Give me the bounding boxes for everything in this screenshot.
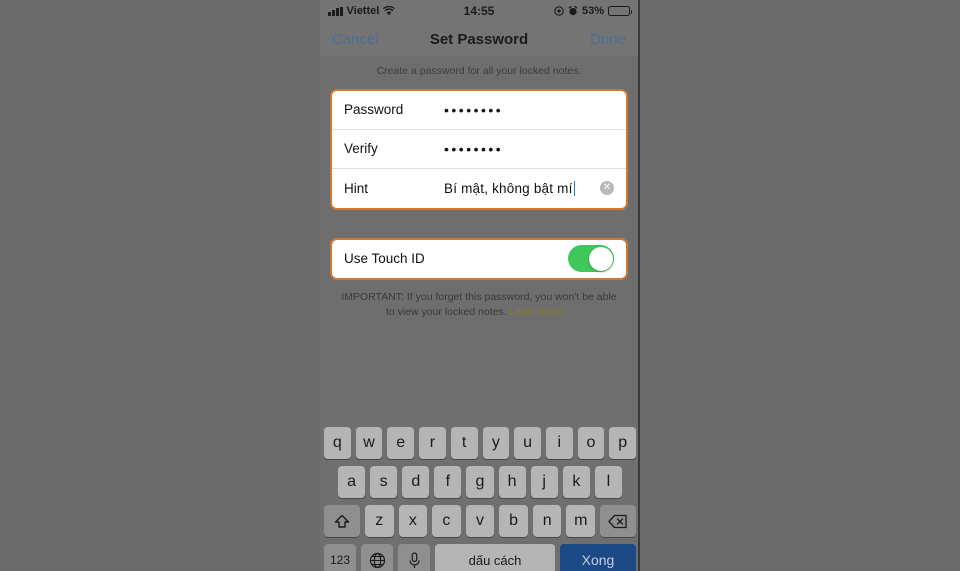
key-k[interactable]: k (562, 466, 590, 498)
key-r[interactable]: r (419, 427, 446, 459)
touch-id-row[interactable]: Use Touch ID (332, 239, 626, 278)
status-bar: Viettel 14:55 53% (320, 0, 638, 22)
status-bar-right: 53% (554, 5, 632, 17)
key-z[interactable]: z (364, 505, 394, 537)
key-q[interactable]: q (323, 427, 351, 459)
key-y[interactable]: y (482, 427, 510, 459)
keyboard-row-1: q w e r t y u i o p (322, 427, 638, 459)
backspace-icon[interactable] (600, 505, 637, 537)
keyboard-done-key[interactable]: Xong (560, 544, 636, 571)
key-e[interactable]: e (387, 427, 415, 459)
key-n[interactable]: n (532, 505, 562, 537)
key-i[interactable]: i (545, 427, 573, 459)
signal-bars-icon (328, 6, 343, 16)
hint-field-row[interactable]: Hint Bí mật, không bật mí ✕ (332, 168, 626, 208)
cancel-button[interactable]: Cancel (332, 31, 379, 48)
key-l[interactable]: l (594, 466, 622, 498)
microphone-icon[interactable] (398, 544, 430, 571)
onscreen-keyboard: q w e r t y u i o p a s d f g h j k l z … (320, 421, 638, 571)
verify-masked-value: •••••••• (444, 140, 504, 157)
key-f[interactable]: f (434, 466, 462, 498)
subtitle-text: Create a password for all your locked no… (376, 65, 582, 77)
password-field-row[interactable]: Password •••••••• (332, 90, 626, 130)
key-c[interactable]: c (432, 505, 461, 537)
key-m[interactable]: m (566, 505, 596, 537)
key-o[interactable]: o (577, 427, 605, 459)
password-masked-value: •••••••• (444, 101, 504, 118)
learn-more-link[interactable]: Learn more... (510, 306, 572, 318)
text-caret (573, 180, 576, 196)
status-bar-left: Viettel (328, 5, 396, 17)
done-button[interactable]: Done (590, 31, 626, 48)
location-icon (554, 6, 564, 16)
important-notice: IMPORTANT: If you forget this password, … (320, 280, 638, 320)
content-area: Create a password for all your locked no… (320, 56, 638, 421)
important-notice-text: IMPORTANT: If you forget this password, … (341, 290, 617, 318)
key-d[interactable]: d (402, 466, 430, 498)
shift-arrow-icon[interactable] (323, 505, 360, 537)
key-s[interactable]: s (370, 466, 398, 498)
battery-icon (608, 6, 632, 16)
key-b[interactable]: b (499, 505, 528, 537)
hint-input-value: Bí mật, không bật mí (444, 180, 573, 196)
key-v[interactable]: v (465, 505, 495, 537)
hint-input[interactable]: Bí mật, không bật mí ✕ (444, 180, 614, 196)
key-u[interactable]: u (514, 427, 541, 459)
touch-id-toggle[interactable] (568, 245, 614, 273)
keyboard-row-2: a s d f g h j k l (322, 466, 638, 498)
key-g[interactable]: g (466, 466, 494, 498)
space-key[interactable]: dấu cách (435, 544, 555, 571)
hint-field-label: Hint (344, 180, 369, 196)
numeric-mode-key[interactable]: 123 (324, 544, 356, 571)
wifi-icon (383, 6, 396, 16)
battery-percent-label: 53% (581, 5, 604, 17)
alarm-clock-icon (568, 6, 578, 16)
key-a[interactable]: a (338, 466, 366, 498)
clear-text-icon[interactable]: ✕ (600, 181, 614, 196)
keyboard-row-4: 123 dấu cách Xong (322, 544, 638, 571)
keyboard-row-3: z x c v b n m (322, 505, 638, 537)
phone-screen: Viettel 14:55 53% Cancel Set Password Do… (320, 0, 640, 571)
password-input[interactable]: •••••••• (444, 103, 614, 117)
key-t[interactable]: t (450, 427, 478, 459)
nav-bar: Cancel Set Password Done (320, 22, 638, 56)
verify-field-label: Verify (344, 141, 378, 157)
verify-input[interactable]: •••••••• (444, 142, 614, 156)
key-h[interactable]: h (498, 466, 526, 498)
password-field-label: Password (344, 102, 404, 118)
password-fields-group: Password •••••••• Verify •••••••• Hint B… (330, 88, 628, 210)
touch-id-label: Use Touch ID (344, 251, 425, 267)
globe-icon[interactable] (361, 544, 393, 571)
key-x[interactable]: x (398, 505, 428, 537)
verify-field-row[interactable]: Verify •••••••• (332, 129, 626, 169)
carrier-label: Viettel (346, 5, 380, 17)
toggle-knob (588, 246, 613, 271)
key-j[interactable]: j (530, 466, 558, 498)
key-p[interactable]: p (609, 427, 637, 459)
key-w[interactable]: w (355, 427, 383, 459)
touch-id-group: Use Touch ID (330, 237, 628, 280)
